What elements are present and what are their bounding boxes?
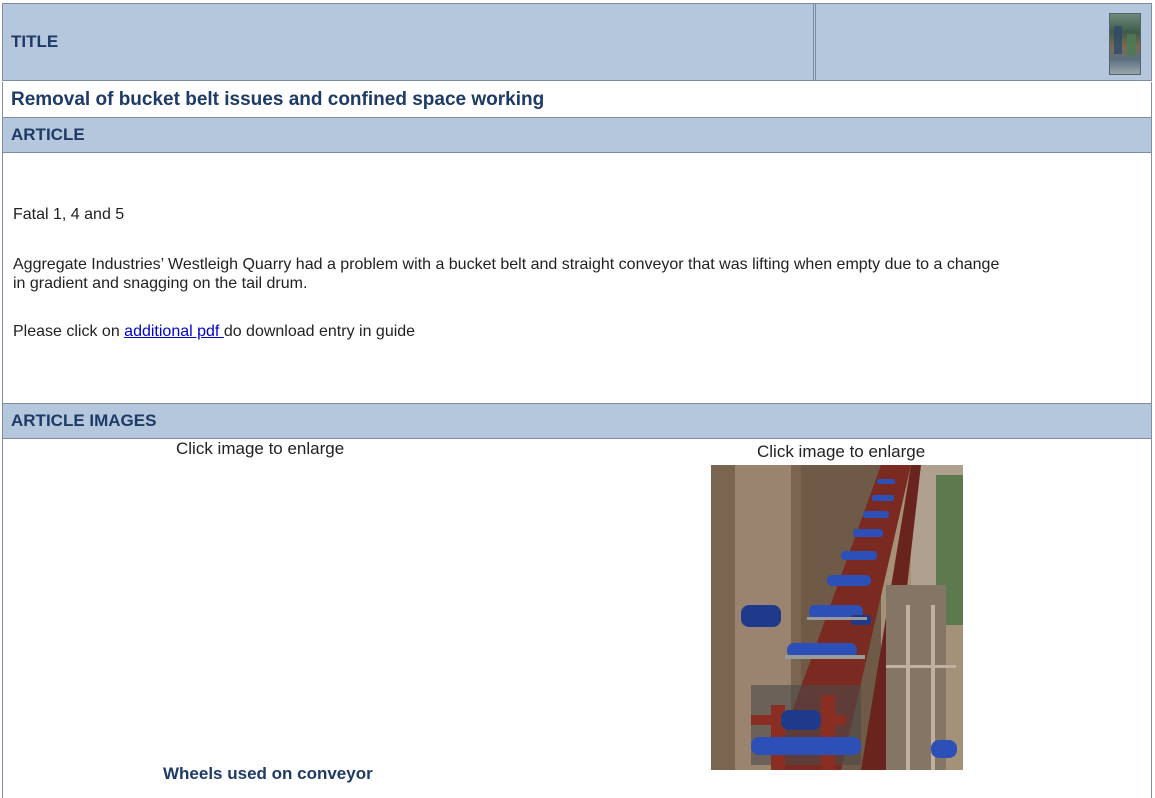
article-page: TITLE Removal of bucket belt issues and … <box>0 0 1155 798</box>
article-section-header: ARTICLE <box>2 117 1152 153</box>
thumbnail-cell <box>816 4 1151 80</box>
fatal-reference: Fatal 1, 4 and 5 <box>13 206 125 223</box>
additional-pdf-link[interactable]: additional pdf <box>124 323 224 340</box>
enlarge-hint-left: Click image to enlarge <box>176 439 345 458</box>
article-description: Aggregate Industries’ Westleigh Quarry h… <box>13 256 1000 292</box>
article-images-area: Click image to enlarge Click image to en… <box>2 439 1152 798</box>
enlarge-hint-right: Click image to enlarge <box>757 442 926 461</box>
title-row: TITLE <box>2 3 1152 81</box>
download-instruction: Please click on additional pdf do downlo… <box>13 323 415 341</box>
article-title: Removal of bucket belt issues and confin… <box>2 82 1152 118</box>
article-body: Fatal 1, 4 and 5 Aggregate Industries’ W… <box>2 153 1152 403</box>
download-prefix: Please click on <box>13 323 125 340</box>
conveyor-photo[interactable] <box>711 465 963 770</box>
article-images-section-header: ARTICLE IMAGES <box>2 403 1152 439</box>
download-suffix: do download entry in guide <box>223 323 416 340</box>
image-caption-left: Wheels used on conveyor <box>163 764 373 783</box>
conveyor-photo-illustration <box>711 465 963 770</box>
site-photo-thumbnail-icon[interactable] <box>1109 13 1141 75</box>
title-label: TITLE <box>3 4 816 80</box>
